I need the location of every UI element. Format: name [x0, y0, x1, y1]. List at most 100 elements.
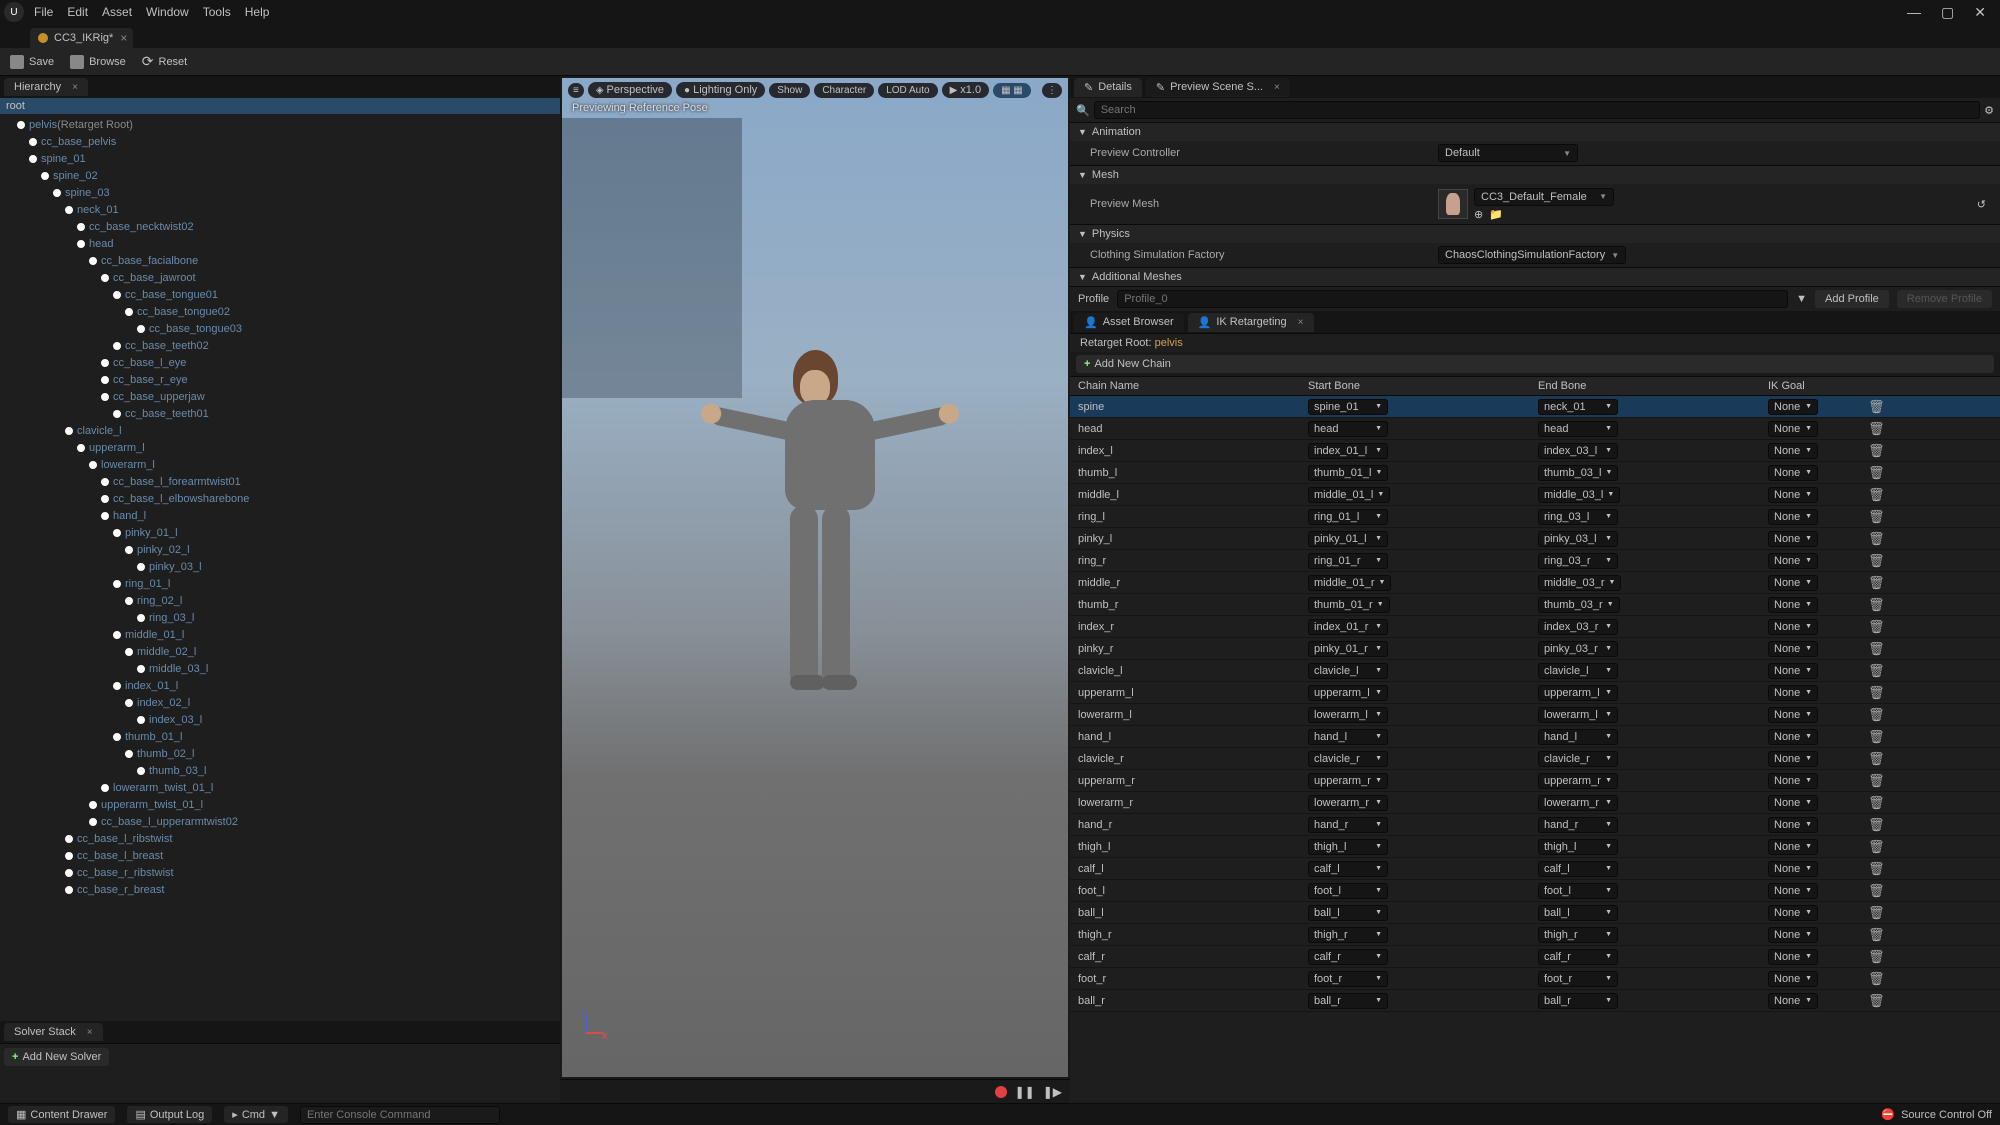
end-bone-dropdown[interactable]: upperarm_r▼ — [1538, 773, 1618, 789]
bone-row[interactable]: spine_01 — [0, 150, 560, 167]
bone-row[interactable]: ring_01_l — [0, 575, 560, 592]
delete-chain-icon[interactable]: 🗑 — [1868, 927, 1885, 942]
start-bone-dropdown[interactable]: lowerarm_r▼ — [1308, 795, 1388, 811]
ik-goal-dropdown[interactable]: None▼ — [1768, 729, 1818, 745]
delete-chain-icon[interactable]: 🗑 — [1868, 751, 1885, 766]
ik-goal-dropdown[interactable]: None▼ — [1768, 751, 1818, 767]
delete-chain-icon[interactable]: 🗑 — [1868, 619, 1885, 634]
ik-goal-dropdown[interactable]: None▼ — [1768, 619, 1818, 635]
ik-goal-dropdown[interactable]: None▼ — [1768, 993, 1818, 1009]
delete-chain-icon[interactable]: 🗑 — [1868, 531, 1885, 546]
profile-input[interactable] — [1117, 290, 1788, 308]
start-bone-dropdown[interactable]: pinky_01_l▼ — [1308, 531, 1388, 547]
ik-goal-dropdown[interactable]: None▼ — [1768, 663, 1818, 679]
cmd-button[interactable]: ▸ Cmd ▼ — [224, 1106, 288, 1123]
start-bone-dropdown[interactable]: spine_01▼ — [1308, 399, 1388, 415]
bone-row[interactable]: thumb_01_l — [0, 728, 560, 745]
start-bone-dropdown[interactable]: thigh_l▼ — [1308, 839, 1388, 855]
start-bone-dropdown[interactable]: hand_r▼ — [1308, 817, 1388, 833]
bone-row[interactable]: neck_01 — [0, 201, 560, 218]
delete-chain-icon[interactable]: 🗑 — [1868, 795, 1885, 810]
end-bone-dropdown[interactable]: pinky_03_r▼ — [1538, 641, 1618, 657]
delete-chain-icon[interactable]: 🗑 — [1868, 839, 1885, 854]
bone-row[interactable]: thumb_03_l — [0, 762, 560, 779]
delete-chain-icon[interactable]: 🗑 — [1868, 641, 1885, 656]
bone-row[interactable]: pinky_03_l — [0, 558, 560, 575]
start-bone-dropdown[interactable]: middle_01_l▼ — [1308, 487, 1390, 503]
bone-row[interactable]: upperarm_l — [0, 439, 560, 456]
hierarchy-root[interactable]: root — [0, 98, 560, 114]
browse-asset-icon[interactable]: 📁 — [1489, 209, 1503, 221]
ik-goal-dropdown[interactable]: None▼ — [1768, 817, 1818, 833]
chain-row[interactable]: spinespine_01▼neck_01▼None▼🗑 — [1070, 396, 2000, 418]
section-animation[interactable]: ▼Animation — [1070, 123, 2000, 141]
viewport[interactable]: ≡ ◈ Perspective ● Lighting Only Show Cha… — [562, 78, 1068, 1077]
ik-goal-dropdown[interactable]: None▼ — [1768, 465, 1818, 481]
ue-logo-icon[interactable]: U — [4, 2, 24, 22]
bone-row[interactable]: cc_base_necktwist02 — [0, 218, 560, 235]
start-bone-dropdown[interactable]: ring_01_r▼ — [1308, 553, 1388, 569]
close-icon[interactable]: ✕ — [1974, 4, 1986, 21]
chain-row[interactable]: hand_rhand_r▼hand_r▼None▼🗑 — [1070, 814, 2000, 836]
delete-chain-icon[interactable]: 🗑 — [1868, 817, 1885, 832]
end-bone-dropdown[interactable]: index_03_r▼ — [1538, 619, 1618, 635]
bone-row[interactable]: cc_base_l_eye — [0, 354, 560, 371]
ik-goal-dropdown[interactable]: None▼ — [1768, 531, 1818, 547]
chain-row[interactable]: thumb_rthumb_01_r▼thumb_03_r▼None▼🗑 — [1070, 594, 2000, 616]
ik-retargeting-tab[interactable]: 👤 IK Retargeting× — [1188, 313, 1314, 332]
end-bone-dropdown[interactable]: middle_03_l▼ — [1538, 487, 1620, 503]
delete-chain-icon[interactable]: 🗑 — [1868, 597, 1885, 612]
lighting-button[interactable]: ● Lighting Only — [676, 82, 765, 98]
delete-chain-icon[interactable]: 🗑 — [1868, 465, 1885, 480]
ik-goal-dropdown[interactable]: None▼ — [1768, 399, 1818, 415]
start-bone-dropdown[interactable]: head▼ — [1308, 421, 1388, 437]
delete-chain-icon[interactable]: 🗑 — [1868, 553, 1885, 568]
bone-row[interactable]: spine_02 — [0, 167, 560, 184]
delete-chain-icon[interactable]: 🗑 — [1868, 487, 1885, 502]
bone-row[interactable]: lowerarm_l — [0, 456, 560, 473]
chain-row[interactable]: thigh_lthigh_l▼thigh_l▼None▼🗑 — [1070, 836, 2000, 858]
end-bone-dropdown[interactable]: head▼ — [1538, 421, 1618, 437]
ik-goal-dropdown[interactable]: None▼ — [1768, 949, 1818, 965]
chain-row[interactable]: calf_lcalf_l▼calf_l▼None▼🗑 — [1070, 858, 2000, 880]
add-chain-button[interactable]: +Add New Chain — [1076, 355, 1994, 373]
ik-goal-dropdown[interactable]: None▼ — [1768, 421, 1818, 437]
ik-goal-dropdown[interactable]: None▼ — [1768, 575, 1818, 591]
source-control-icon[interactable]: ⛔ — [1881, 1108, 1895, 1121]
ik-goal-dropdown[interactable]: None▼ — [1768, 707, 1818, 723]
chain-row[interactable]: thigh_rthigh_r▼thigh_r▼None▼🗑 — [1070, 924, 2000, 946]
delete-chain-icon[interactable]: 🗑 — [1868, 575, 1885, 590]
chain-row[interactable]: middle_lmiddle_01_l▼middle_03_l▼None▼🗑 — [1070, 484, 2000, 506]
bone-row[interactable]: cc_base_jawroot — [0, 269, 560, 286]
close-tab-icon[interactable]: × — [120, 31, 127, 45]
bone-row[interactable]: ring_02_l — [0, 592, 560, 609]
chain-row[interactable]: lowerarm_rlowerarm_r▼lowerarm_r▼None▼🗑 — [1070, 792, 2000, 814]
browse-button[interactable]: Browse — [70, 55, 126, 69]
preview-scene-tab[interactable]: ✎ Preview Scene S...× — [1146, 78, 1290, 97]
bone-row[interactable]: cc_base_l_ribstwist — [0, 830, 560, 847]
chain-row[interactable]: foot_lfoot_l▼foot_l▼None▼🗑 — [1070, 880, 2000, 902]
ik-goal-dropdown[interactable]: None▼ — [1768, 641, 1818, 657]
menu-file[interactable]: File — [34, 5, 53, 19]
bone-row[interactable]: cc_base_l_elbowsharebone — [0, 490, 560, 507]
chain-row[interactable]: clavicle_lclavicle_l▼clavicle_l▼None▼🗑 — [1070, 660, 2000, 682]
bone-row[interactable]: cc_base_r_breast — [0, 881, 560, 898]
start-bone-dropdown[interactable]: upperarm_l▼ — [1308, 685, 1388, 701]
bone-row[interactable]: index_01_l — [0, 677, 560, 694]
details-search-input[interactable] — [1094, 101, 1980, 119]
end-bone-dropdown[interactable]: ball_l▼ — [1538, 905, 1618, 921]
chain-row[interactable]: middle_rmiddle_01_r▼middle_03_r▼None▼🗑 — [1070, 572, 2000, 594]
ik-goal-dropdown[interactable]: None▼ — [1768, 839, 1818, 855]
bone-row[interactable]: pinky_01_l — [0, 524, 560, 541]
delete-chain-icon[interactable]: 🗑 — [1868, 443, 1885, 458]
close-icon[interactable]: × — [1298, 317, 1304, 328]
viewport-menu-button[interactable]: ≡ — [568, 83, 584, 98]
start-bone-dropdown[interactable]: middle_01_r▼ — [1308, 575, 1391, 591]
pause-button[interactable]: ❚❚ — [1015, 1085, 1035, 1099]
end-bone-dropdown[interactable]: foot_r▼ — [1538, 971, 1618, 987]
bone-row[interactable]: cc_base_l_forearmtwist01 — [0, 473, 560, 490]
bone-row[interactable]: index_02_l — [0, 694, 560, 711]
chain-row[interactable]: hand_lhand_l▼hand_l▼None▼🗑 — [1070, 726, 2000, 748]
end-bone-dropdown[interactable]: calf_l▼ — [1538, 861, 1618, 877]
chain-row[interactable]: clavicle_rclavicle_r▼clavicle_r▼None▼🗑 — [1070, 748, 2000, 770]
